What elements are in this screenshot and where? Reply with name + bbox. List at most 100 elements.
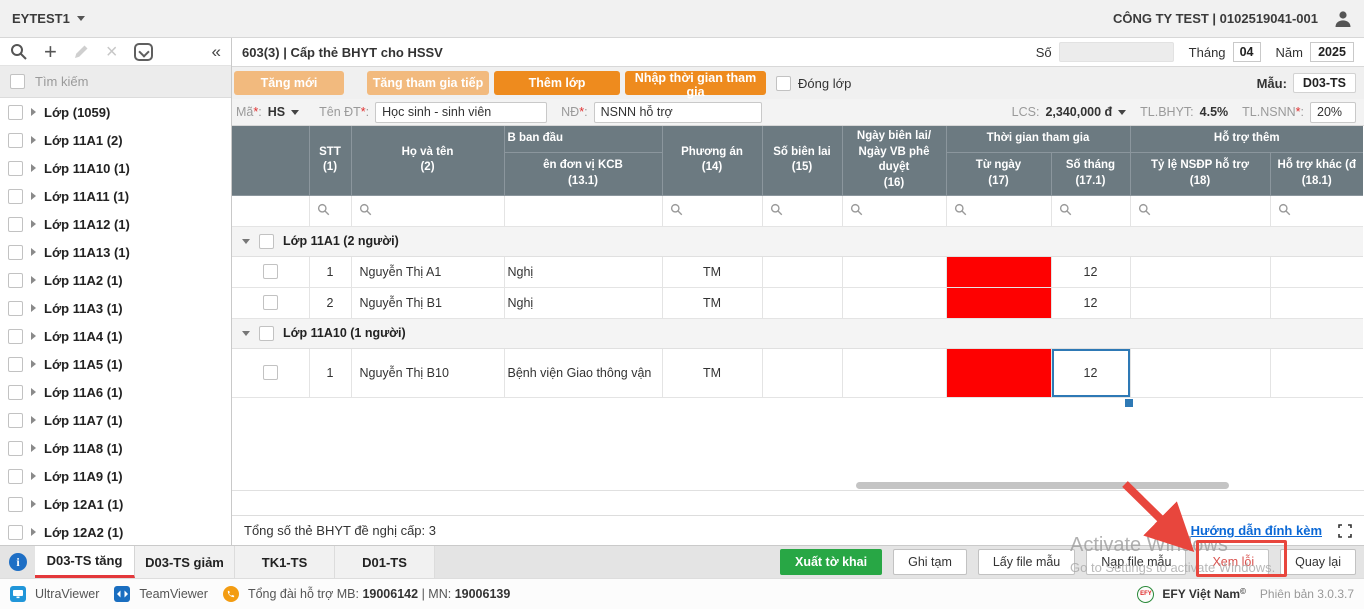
cell-ho-tro-khac[interactable] bbox=[1270, 287, 1363, 318]
table-row[interactable]: 2 Nguyễn Thị B1 Nghị TM 12 bbox=[232, 287, 1363, 318]
lcs-value[interactable]: 2,340,000 đ bbox=[1045, 105, 1126, 119]
cell-phuong-an[interactable]: TM bbox=[662, 256, 762, 287]
checkbox[interactable] bbox=[8, 469, 23, 484]
nap-file-mau-button[interactable]: Nạp file mẫu bbox=[1086, 549, 1186, 575]
sidebar-item-lop-11a2[interactable]: Lớp 11A2 (1) bbox=[0, 266, 231, 294]
filter-phuong-an[interactable] bbox=[662, 195, 762, 226]
filter-kcb[interactable] bbox=[504, 195, 662, 226]
checkbox[interactable] bbox=[8, 105, 23, 120]
delete-icon[interactable]: × bbox=[106, 43, 118, 61]
group-checkbox[interactable] bbox=[259, 326, 274, 341]
chevron-down-icon[interactable] bbox=[242, 239, 250, 244]
tab-d03-ts-giam[interactable]: D03-TS giảm bbox=[135, 546, 235, 578]
sidebar-item-lop-11a11[interactable]: Lớp 11A11 (1) bbox=[0, 182, 231, 210]
chevron-right-icon[interactable] bbox=[31, 108, 36, 116]
cell-tu-ngay-error[interactable] bbox=[946, 256, 1051, 287]
filter-so-bien-lai[interactable] bbox=[762, 195, 842, 226]
sidebar-item-lop-11a3[interactable]: Lớp 11A3 (1) bbox=[0, 294, 231, 322]
dong-lop-toggle[interactable]: Đóng lớp bbox=[776, 76, 851, 91]
year-input[interactable] bbox=[1310, 42, 1354, 62]
checkbox[interactable] bbox=[8, 497, 23, 512]
tab-d03-ts-tang[interactable]: D03-TS tăng bbox=[35, 546, 135, 578]
checkbox[interactable] bbox=[8, 217, 23, 232]
ma-select[interactable]: HS bbox=[268, 105, 299, 119]
expand-dropdown-icon[interactable] bbox=[134, 43, 153, 61]
sidebar-item-lop-12a1[interactable]: Lớp 12A1 (1) bbox=[0, 490, 231, 518]
chevron-right-icon[interactable] bbox=[31, 248, 36, 256]
table-row[interactable]: 1 Nguyễn Thị A1 Nghị TM 12 bbox=[232, 256, 1363, 287]
cell-phuong-an[interactable]: TM bbox=[662, 287, 762, 318]
checkbox[interactable] bbox=[8, 441, 23, 456]
cell-ty-le[interactable] bbox=[1130, 348, 1270, 397]
info-icon[interactable] bbox=[9, 553, 27, 571]
cell-name[interactable]: Nguyễn Thị A1 bbox=[351, 256, 504, 287]
checkbox[interactable] bbox=[8, 413, 23, 428]
chevron-right-icon[interactable] bbox=[31, 416, 36, 424]
ghi-tam-button[interactable]: Ghi tạm bbox=[893, 549, 967, 575]
cell-ho-tro-khac[interactable] bbox=[1270, 348, 1363, 397]
horizontal-scrollbar[interactable] bbox=[856, 482, 1229, 489]
chevron-right-icon[interactable] bbox=[31, 192, 36, 200]
lay-file-mau-button[interactable]: Lấy file mẫu bbox=[978, 549, 1075, 575]
cell-kcb[interactable]: Bệnh viện Giao thông vận bbox=[504, 348, 662, 397]
xuat-to-khai-button[interactable]: Xuất tờ khai bbox=[780, 549, 882, 575]
cell-so-thang[interactable]: 12 bbox=[1051, 256, 1130, 287]
checkbox[interactable] bbox=[8, 161, 23, 176]
checkbox[interactable] bbox=[8, 189, 23, 204]
chevron-right-icon[interactable] bbox=[31, 332, 36, 340]
cell-ho-tro-khac[interactable] bbox=[1270, 256, 1363, 287]
filter-stt[interactable] bbox=[309, 195, 351, 226]
sidebar-item-lop-11a1[interactable]: Lớp 11A1 (2) bbox=[0, 126, 231, 154]
chevron-right-icon[interactable] bbox=[31, 220, 36, 228]
chevron-right-icon[interactable] bbox=[31, 304, 36, 312]
tang-moi-button[interactable]: Tăng mới bbox=[234, 71, 344, 95]
group-checkbox[interactable] bbox=[259, 234, 274, 249]
user-dropdown[interactable]: EYTEST1 bbox=[12, 11, 85, 26]
checkbox[interactable] bbox=[8, 133, 23, 148]
table-row[interactable]: 1 Nguyễn Thị B10 Bệnh viện Giao thông vậ… bbox=[232, 348, 1363, 397]
guide-attachment-link[interactable]: Hướng dẫn đính kèm bbox=[1191, 523, 1322, 538]
checkbox[interactable] bbox=[8, 525, 23, 540]
filter-tu-ngay[interactable] bbox=[946, 195, 1051, 226]
sidebar-item-lop-11a10[interactable]: Lớp 11A10 (1) bbox=[0, 154, 231, 182]
chevron-right-icon[interactable] bbox=[31, 276, 36, 284]
cell-name[interactable]: Nguyễn Thị B10 bbox=[351, 348, 504, 397]
cell-so-bien-lai[interactable] bbox=[762, 287, 842, 318]
collapse-sidebar-icon[interactable]: « bbox=[212, 42, 221, 62]
sidebar-item-lop[interactable]: Lớp (1059) bbox=[0, 98, 231, 126]
dong-lop-checkbox[interactable] bbox=[776, 76, 791, 91]
cell-so-bien-lai[interactable] bbox=[762, 348, 842, 397]
xem-loi-button[interactable]: Xem lỗi bbox=[1197, 549, 1269, 575]
sidebar-item-lop-11a9[interactable]: Lớp 11A9 (1) bbox=[0, 462, 231, 490]
cell-ngay-bien-lai[interactable] bbox=[842, 348, 946, 397]
cell-tu-ngay-error[interactable] bbox=[946, 348, 1051, 397]
checkbox[interactable] bbox=[8, 301, 23, 316]
fill-handle[interactable] bbox=[1125, 399, 1133, 407]
cell-so-bien-lai[interactable] bbox=[762, 256, 842, 287]
chevron-down-icon[interactable] bbox=[242, 331, 250, 336]
tl-nsnn-input[interactable] bbox=[1310, 102, 1356, 123]
sidebar-item-lop-11a13[interactable]: Lớp 11A13 (1) bbox=[0, 238, 231, 266]
sidebar-item-lop-11a8[interactable]: Lớp 11A8 (1) bbox=[0, 434, 231, 462]
tab-d01-ts[interactable]: D01-TS bbox=[335, 546, 435, 578]
them-lop-button[interactable]: Thêm lớp bbox=[494, 71, 620, 95]
filter-so-thang[interactable] bbox=[1051, 195, 1130, 226]
sidebar-item-lop-12a2[interactable]: Lớp 12A2 (1) bbox=[0, 518, 231, 545]
cell-ngay-bien-lai[interactable] bbox=[842, 287, 946, 318]
nhap-thoi-gian-button[interactable]: Nhập thời gian tham gia bbox=[625, 71, 766, 95]
chevron-right-icon[interactable] bbox=[31, 164, 36, 172]
sidebar-item-lop-11a7[interactable]: Lớp 11A7 (1) bbox=[0, 406, 231, 434]
so-input[interactable] bbox=[1059, 42, 1174, 62]
checkbox[interactable] bbox=[8, 385, 23, 400]
chevron-right-icon[interactable] bbox=[31, 444, 36, 452]
group-row-11a1[interactable]: Lớp 11A1 (2 người) bbox=[232, 226, 1363, 256]
tab-tk1-ts[interactable]: TK1-TS bbox=[235, 546, 335, 578]
group-row-11a10[interactable]: Lớp 11A10 (1 người) bbox=[232, 318, 1363, 348]
sidebar-item-lop-11a4[interactable]: Lớp 11A4 (1) bbox=[0, 322, 231, 350]
cell-ngay-bien-lai[interactable] bbox=[842, 256, 946, 287]
sidebar-item-lop-11a6[interactable]: Lớp 11A6 (1) bbox=[0, 378, 231, 406]
quay-lai-button[interactable]: Quay lại bbox=[1280, 549, 1356, 575]
chevron-right-icon[interactable] bbox=[31, 136, 36, 144]
checkbox[interactable] bbox=[8, 245, 23, 260]
checkbox[interactable] bbox=[8, 273, 23, 288]
